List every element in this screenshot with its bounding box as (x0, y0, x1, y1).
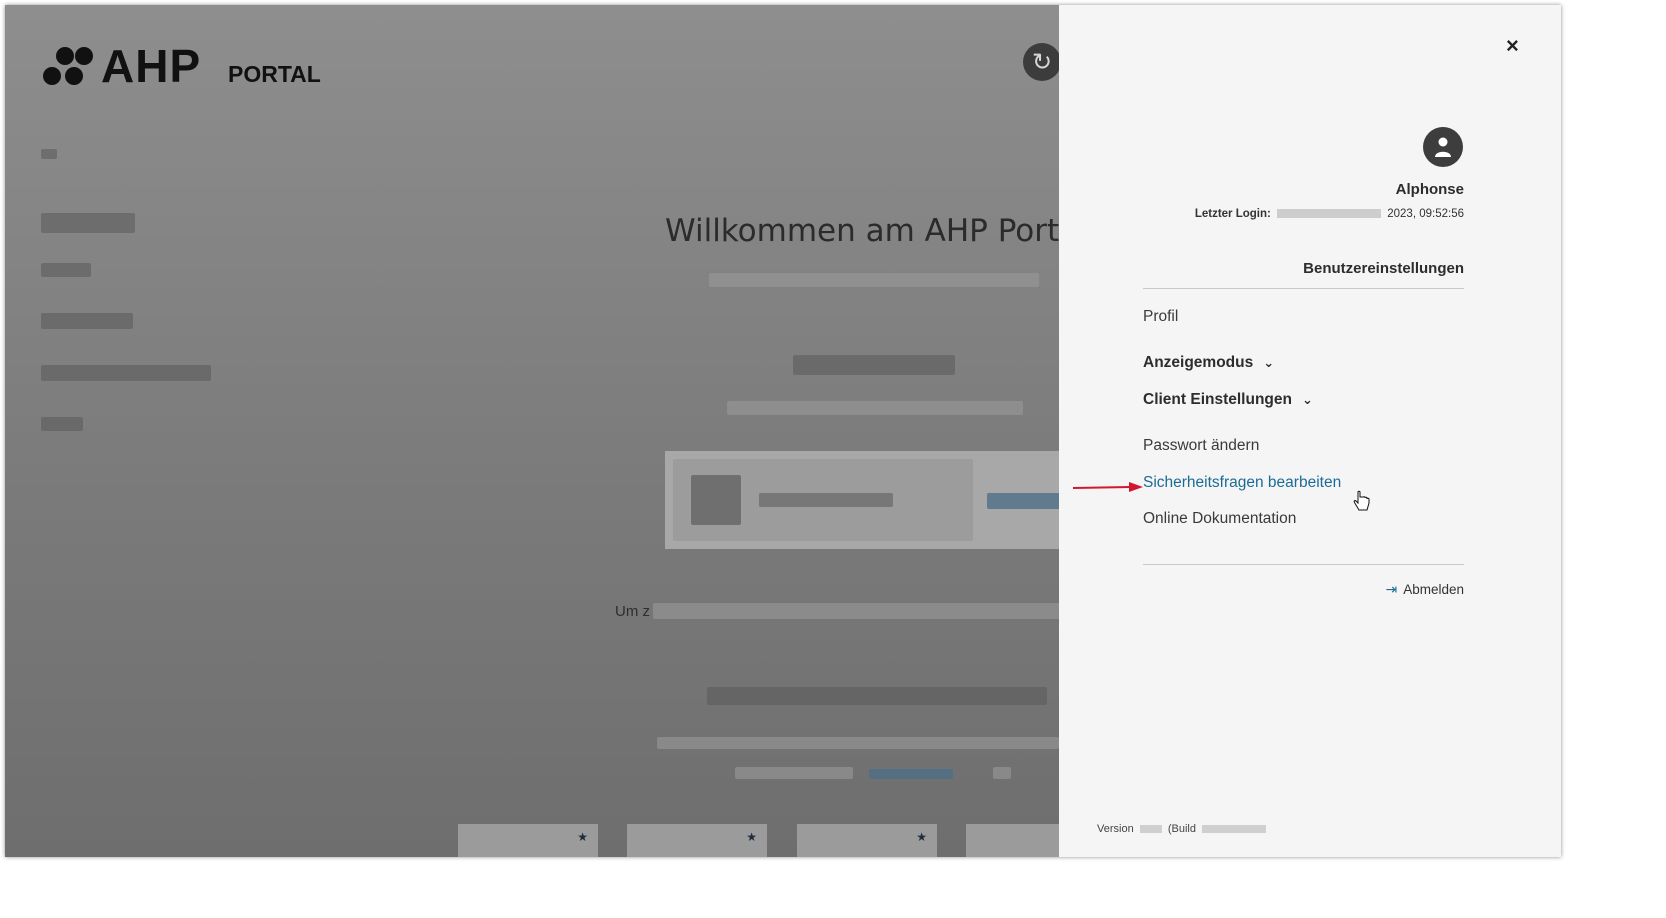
logo-dot (43, 67, 61, 85)
logo-brand: AHP (101, 40, 202, 92)
menu-item-sicherheitsfragen[interactable]: Sicherheitsfragen bearbeiten (1143, 474, 1341, 492)
blurred-subtitle (709, 273, 1039, 287)
redacted-build (1202, 825, 1267, 834)
card-link[interactable] (987, 493, 1065, 509)
user-settings-drawer: × Alphonse Letzter Login: 2023, 09:52:56… (1059, 5, 1561, 857)
welcome-title: Willkommen am AHP Port (665, 213, 1060, 249)
settings-title: Benutzereinstellungen (1303, 260, 1464, 277)
refresh-icon[interactable]: ↻ (1023, 43, 1061, 81)
blurred-card[interactable] (665, 451, 1065, 549)
logo-dot (75, 47, 93, 65)
logo-dot (56, 47, 74, 65)
blurred-info-text (653, 603, 1063, 619)
blurred-text (735, 767, 853, 779)
star-icon[interactable]: ★ (746, 830, 757, 844)
logo-portal: PORTAL (228, 61, 321, 87)
menu-item-anzeigemodus[interactable]: Anzeigemodus ⌄ (1143, 354, 1274, 372)
last-login-label: Letzter Login: (1194, 208, 1271, 220)
chevron-down-icon: ⌄ (1301, 392, 1313, 407)
version-label: Version (1097, 823, 1134, 835)
card-title (759, 493, 893, 507)
favorite-tile[interactable]: ★ (458, 824, 598, 857)
divider (1143, 564, 1464, 565)
favorite-tile[interactable]: ★ (797, 824, 937, 857)
sidebar-item[interactable] (41, 365, 211, 381)
favorite-tile[interactable]: ★ (627, 824, 767, 857)
sidebar-item[interactable] (41, 417, 83, 431)
hand-cursor-icon (1353, 490, 1370, 511)
blurred-text (727, 401, 1023, 415)
blurred-link[interactable] (869, 769, 953, 779)
logout-button[interactable]: ⇥ Abmelden (1385, 581, 1464, 598)
info-text: Um z (615, 603, 650, 620)
redacted-date (1277, 209, 1382, 219)
card-thumbnail (691, 475, 741, 525)
chevron-down-icon: ⌄ (1263, 355, 1275, 370)
version-info: Version (Build (1097, 823, 1269, 835)
menu-item-online-dokumentation[interactable]: Online Dokumentation (1143, 510, 1296, 528)
app-window: AHP PORTAL ↻ Willkommen am AHP Port Um z (5, 5, 1561, 857)
redacted-version (1139, 825, 1162, 834)
background-page: AHP PORTAL ↻ Willkommen am AHP Port Um z (5, 5, 1123, 857)
favorite-tile[interactable] (966, 824, 1059, 857)
sidebar-item[interactable] (41, 149, 57, 159)
logout-icon: ⇥ (1385, 581, 1398, 597)
menu-item-client-einstellungen[interactable]: Client Einstellungen ⌄ (1143, 391, 1313, 409)
close-icon[interactable]: × (1506, 33, 1519, 59)
menu-item-label: Anzeigemodus (1143, 354, 1254, 371)
last-login-value: 2023, 09:52:56 (1387, 208, 1464, 220)
logout-label: Abmelden (1403, 582, 1464, 597)
avatar-icon (1423, 127, 1463, 167)
build-label: (Build (1167, 823, 1196, 835)
blurred-text (993, 767, 1011, 779)
user-icon (1435, 137, 1451, 157)
sidebar-item[interactable] (41, 213, 135, 233)
blurred-text (657, 737, 1059, 749)
star-icon[interactable]: ★ (577, 830, 588, 844)
blurred-heading (793, 355, 955, 375)
user-name: Alphonse (1395, 181, 1464, 198)
menu-item-label: Client Einstellungen (1143, 391, 1292, 408)
logo-dot (65, 67, 83, 85)
menu-item-passwort-aendern[interactable]: Passwort ändern (1143, 437, 1259, 455)
star-icon[interactable]: ★ (916, 830, 927, 844)
menu-item-profil[interactable]: Profil (1143, 308, 1178, 326)
sidebar-item[interactable] (41, 313, 133, 329)
annotation-arrow-icon (1072, 482, 1143, 492)
sidebar-item[interactable] (41, 263, 91, 277)
divider (1143, 288, 1464, 289)
blurred-heading (707, 687, 1047, 705)
last-login: Letzter Login: 2023, 09:52:56 (1195, 208, 1464, 220)
